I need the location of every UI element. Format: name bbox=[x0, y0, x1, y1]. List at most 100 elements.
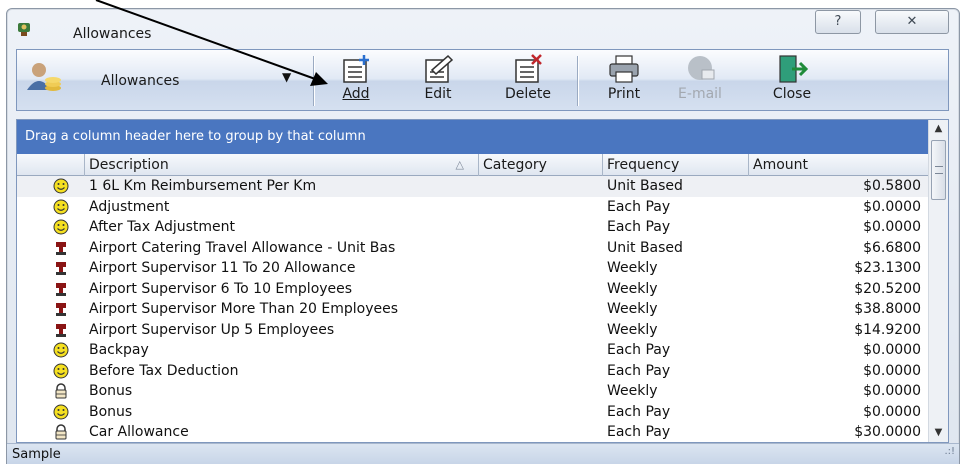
cell-amount: $0.5800 bbox=[863, 178, 921, 194]
delete-document-icon bbox=[515, 54, 542, 83]
cell-description: Before Tax Deduction bbox=[89, 362, 239, 379]
cell-category bbox=[483, 238, 603, 259]
table-row[interactable]: Airport Supervisor 11 To 20 Allowance Wee… bbox=[17, 258, 929, 279]
cell-description: Bonus bbox=[89, 383, 133, 399]
cell-description: Airport Supervisor 11 To 20 Allowance bbox=[89, 260, 356, 276]
chevron-down-icon[interactable]: ▼ bbox=[282, 70, 291, 84]
cell-category bbox=[483, 176, 603, 197]
sort-ascending-icon: △ bbox=[455, 158, 464, 171]
view-selector-label[interactable]: Allowances bbox=[101, 73, 179, 89]
award-icon bbox=[51, 238, 71, 259]
column-headers: Description △ Category Frequency Amount bbox=[17, 154, 929, 176]
column-header-frequency[interactable]: Frequency bbox=[603, 154, 749, 176]
window-title: Allowances bbox=[73, 26, 152, 42]
group-by-panel[interactable]: Drag a column header here to group by th… bbox=[17, 120, 929, 154]
grid-rows: 1 6L Km Reimbursement Per Km Unit Based $0… bbox=[17, 176, 929, 442]
print-button[interactable]: Print bbox=[589, 54, 659, 108]
smiley-icon bbox=[51, 340, 71, 361]
cell-frequency: Each Pay bbox=[607, 219, 671, 235]
cell-frequency: Weekly bbox=[607, 260, 658, 276]
cell-amount: $38.8000 bbox=[854, 301, 921, 317]
cell-amount: $20.5200 bbox=[854, 280, 921, 297]
column-header-description-label: Description bbox=[89, 157, 169, 173]
table-row[interactable]: Car Allowance Each Pay $30.0000 bbox=[17, 422, 929, 442]
award-icon bbox=[51, 279, 71, 300]
scroll-up-arrow-icon[interactable]: ▲ bbox=[929, 120, 948, 138]
table-row[interactable]: 1 6L Km Reimbursement Per Km Unit Based $0… bbox=[17, 176, 929, 197]
column-header-description[interactable]: Description △ bbox=[85, 154, 479, 176]
vertical-scrollbar[interactable]: ▲ ▼ bbox=[928, 120, 948, 442]
table-row[interactable]: Airport Catering Travel Allowance - Unit… bbox=[17, 238, 929, 259]
cell-description: Backpay bbox=[89, 342, 149, 358]
cell-frequency: Weekly bbox=[607, 280, 658, 297]
help-button[interactable]: ? bbox=[815, 10, 861, 34]
allowances-window: Allowances ? ✕ Allowances ▼ Add Edit Del… bbox=[6, 8, 960, 464]
cell-description: Airport Supervisor 6 To 10 Employees bbox=[89, 280, 353, 297]
delete-button[interactable]: Delete bbox=[493, 54, 563, 108]
lock-icon bbox=[51, 422, 71, 442]
add-label: Add bbox=[342, 86, 370, 102]
cell-frequency: Each Pay bbox=[607, 198, 671, 215]
email-label: E-mail bbox=[678, 86, 722, 102]
window-close-button[interactable]: ✕ bbox=[875, 10, 949, 34]
cell-frequency: Weekly bbox=[607, 301, 658, 317]
smiley-icon bbox=[51, 361, 71, 382]
table-row[interactable]: Airport Supervisor 6 To 10 Employees Week… bbox=[17, 279, 929, 300]
email-button[interactable]: E-mail bbox=[665, 54, 735, 108]
table-row[interactable]: Bonus Weekly $0.0000 bbox=[17, 381, 929, 402]
email-globe-icon bbox=[688, 56, 715, 80]
smiley-icon bbox=[51, 402, 71, 423]
cell-category bbox=[483, 299, 603, 320]
scroll-down-arrow-icon[interactable]: ▼ bbox=[929, 424, 948, 442]
toolbar: Allowances ▼ Add Edit Delete Print E-mai… bbox=[16, 49, 949, 111]
cell-description: After Tax Adjustment bbox=[89, 219, 235, 235]
edit-button[interactable]: Edit bbox=[403, 54, 473, 108]
cell-description: Airport Supervisor More Than 20 Employee… bbox=[89, 301, 399, 317]
cell-category bbox=[483, 422, 603, 442]
cell-category bbox=[483, 258, 603, 279]
cell-description: Car Allowance bbox=[89, 424, 189, 440]
column-header-category[interactable]: Category bbox=[479, 154, 603, 176]
resize-grip-icon[interactable]: .:! bbox=[944, 441, 955, 462]
smiley-icon bbox=[51, 176, 71, 197]
delete-label: Delete bbox=[505, 86, 551, 102]
table-row[interactable]: Airport Supervisor More Than 20 Employee… bbox=[17, 299, 929, 320]
cell-frequency: Each Pay bbox=[607, 342, 671, 358]
cell-category bbox=[483, 279, 603, 300]
table-row[interactable]: Backpay Each Pay $0.0000 bbox=[17, 340, 929, 361]
cell-category bbox=[483, 340, 603, 361]
cell-amount: $0.0000 bbox=[863, 383, 921, 399]
add-button[interactable]: Add bbox=[321, 54, 391, 108]
cell-category bbox=[483, 320, 603, 341]
table-row[interactable]: Adjustment Each Pay $0.0000 bbox=[17, 197, 929, 218]
exit-door-icon bbox=[779, 55, 809, 83]
table-row[interactable]: Bonus Each Pay $0.0000 bbox=[17, 402, 929, 423]
cell-category bbox=[483, 217, 603, 238]
status-bar: Sample .:! bbox=[7, 443, 959, 464]
table-row[interactable]: After Tax Adjustment Each Pay $0.0000 bbox=[17, 217, 929, 238]
cell-description: Airport Supervisor Up 5 Employees bbox=[89, 321, 335, 338]
cell-amount: $6.6800 bbox=[863, 239, 921, 256]
cell-description: 1 6L Km Reimbursement Per Km bbox=[89, 178, 317, 194]
cell-amount: $23.1300 bbox=[854, 260, 921, 276]
close-button[interactable]: Close bbox=[757, 54, 827, 108]
scroll-thumb[interactable] bbox=[931, 140, 946, 200]
cell-category bbox=[483, 402, 603, 423]
table-row[interactable]: Before Tax Deduction Each Pay $0.0000 bbox=[17, 361, 929, 382]
table-row[interactable]: Airport Supervisor Up 5 Employees Weekly $… bbox=[17, 320, 929, 341]
add-document-icon bbox=[343, 55, 369, 83]
cell-description: Bonus bbox=[89, 403, 133, 420]
grip-icon bbox=[935, 166, 943, 174]
cell-frequency: Each Pay bbox=[607, 403, 671, 420]
edit-label: Edit bbox=[424, 86, 452, 102]
close-label: Close bbox=[772, 86, 812, 102]
column-header-icon[interactable] bbox=[17, 154, 85, 176]
column-header-amount[interactable]: Amount bbox=[749, 154, 929, 176]
cell-category bbox=[483, 197, 603, 218]
smiley-icon bbox=[51, 217, 71, 238]
smiley-icon bbox=[51, 197, 71, 218]
toolbar-separator bbox=[577, 56, 579, 106]
status-text: Sample bbox=[12, 447, 61, 462]
title-bar: Allowances ? ✕ bbox=[7, 9, 959, 47]
cell-description: Adjustment bbox=[89, 198, 170, 215]
